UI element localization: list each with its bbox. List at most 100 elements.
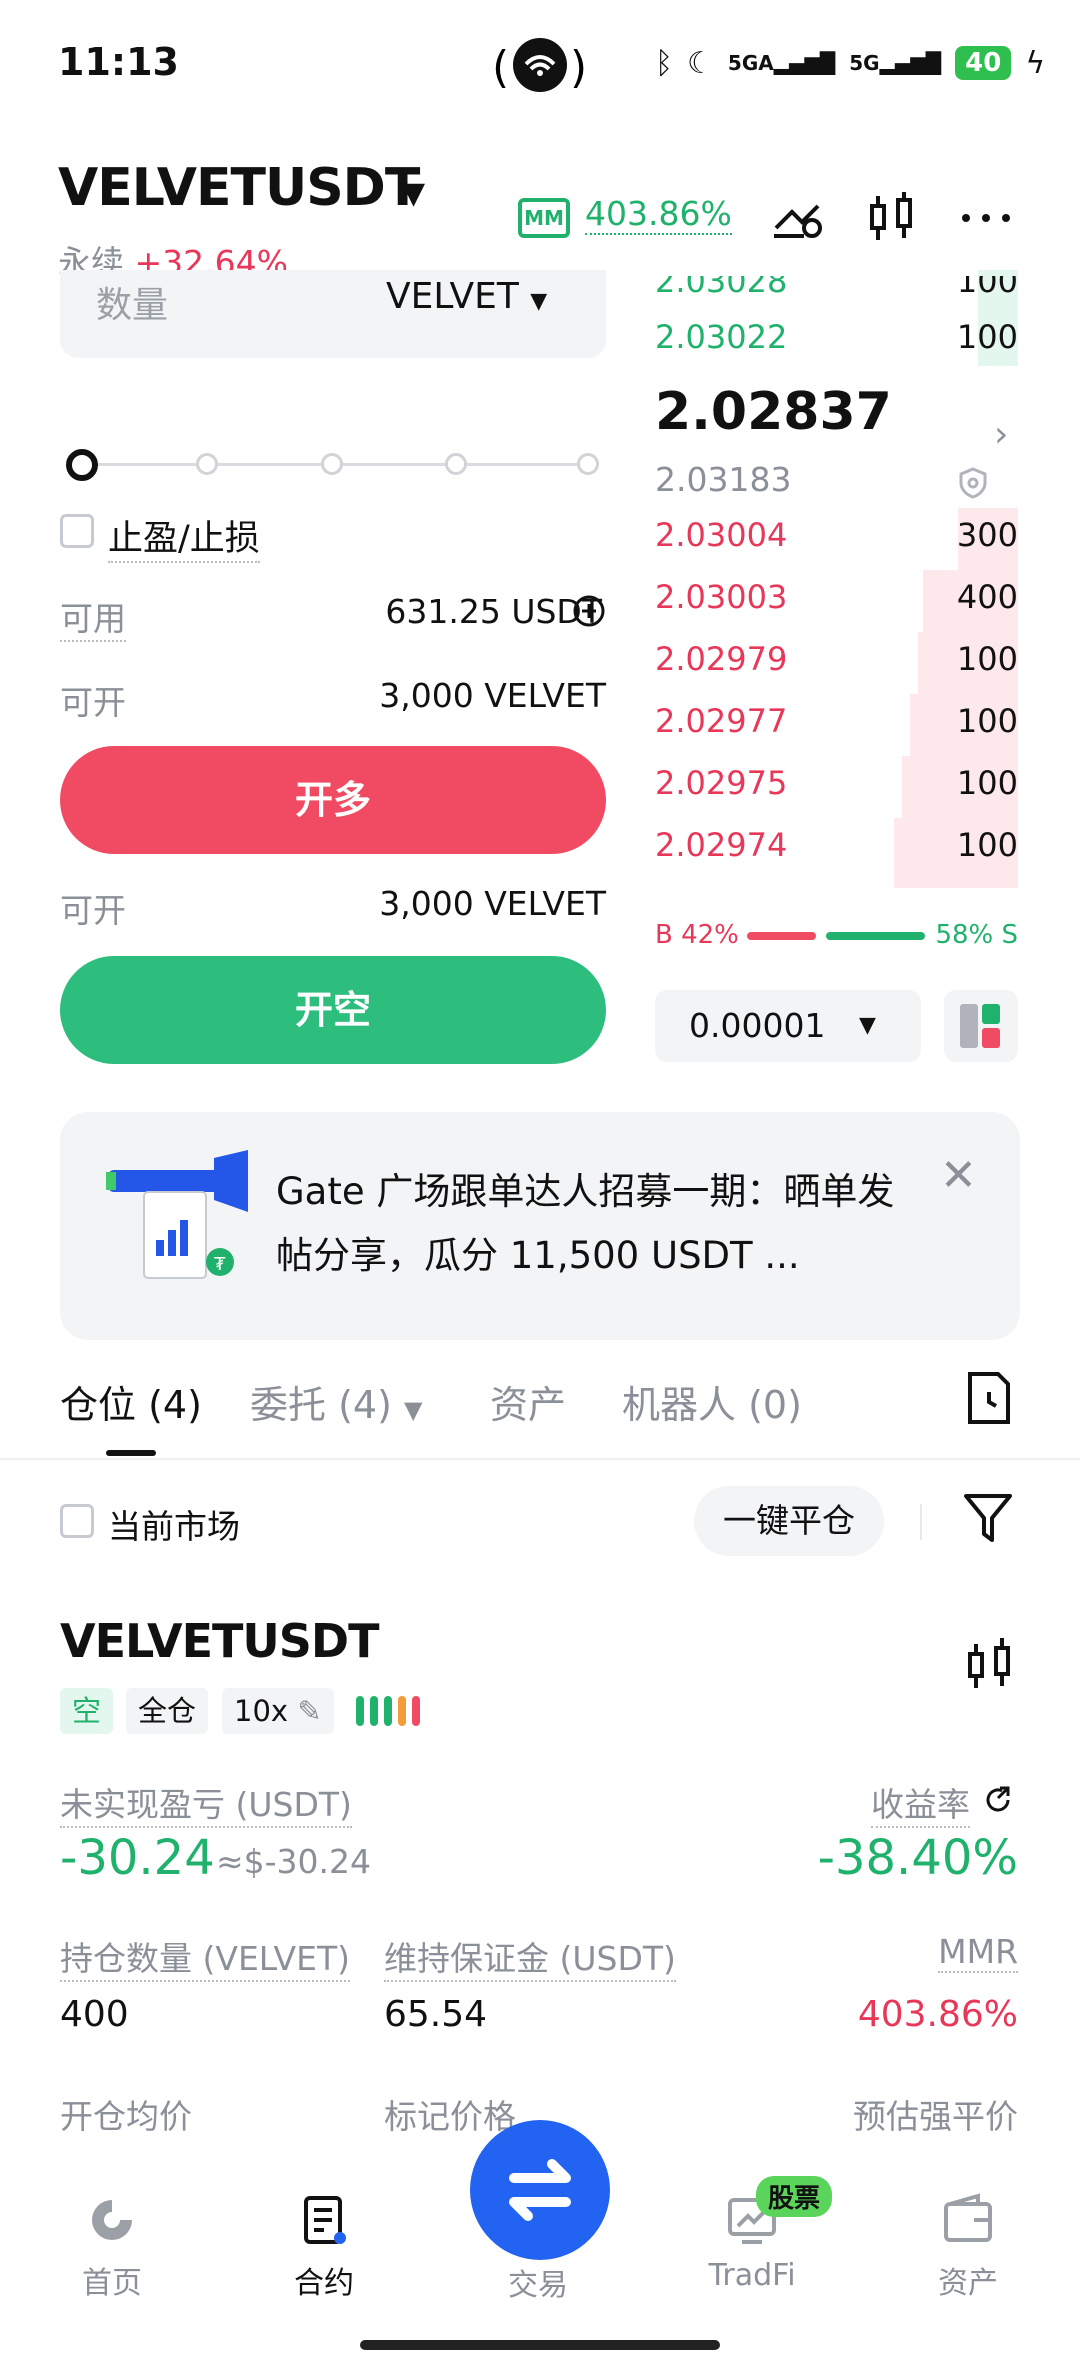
svg-text:): ): [570, 42, 587, 93]
tab-bots[interactable]: 机器人 (0): [622, 1374, 802, 1429]
side-tag: 空: [60, 1688, 114, 1734]
tab-assets[interactable]: 资产: [490, 1374, 566, 1429]
current-market-label[interactable]: 当前市场: [108, 1500, 240, 1548]
slider-step[interactable]: [196, 453, 218, 475]
pair-title[interactable]: VELVETUSDT: [58, 158, 420, 218]
nav-home[interactable]: 首页: [42, 2190, 182, 2302]
current-market-checkbox[interactable]: [60, 1504, 94, 1538]
chart-line-icon[interactable]: [770, 188, 830, 248]
nav-assets[interactable]: 资产: [898, 2190, 1038, 2302]
slider-knob[interactable]: [66, 449, 98, 481]
roi-label[interactable]: 收益率: [871, 1778, 970, 1828]
chevron-right-icon[interactable]: ›: [994, 414, 1008, 455]
position-size-value: 400: [60, 1994, 129, 2035]
slider-step[interactable]: [321, 453, 343, 475]
signal-icon: 5GA▂▄▆█: [727, 51, 836, 75]
charging-icon: ϟ: [1025, 45, 1046, 81]
add-funds-icon[interactable]: [572, 594, 606, 628]
maintenance-margin-value: 65.54: [384, 1994, 488, 2035]
orderbook-price[interactable]: 2.02974: [655, 826, 787, 864]
chevron-down-icon: ▼: [404, 1396, 423, 1424]
mmr-label[interactable]: MMR: [938, 1932, 1018, 1973]
openable-label-2: 可开: [60, 891, 126, 930]
quantity-unit-selector[interactable]: VELVET ▼: [386, 276, 547, 317]
risk-level-bar: [356, 1696, 364, 1726]
maintenance-margin-label[interactable]: 维持保证金 (USDT): [384, 1932, 676, 1982]
orderbook-qty: 400: [956, 578, 1018, 616]
close-icon[interactable]: ✕: [940, 1150, 977, 1201]
orderbook-qty: 100: [956, 702, 1018, 740]
megaphone-icon: ₮: [104, 1150, 254, 1290]
bluetooth-icon: ᛒ: [655, 45, 673, 81]
banner-text: Gate 广场跟单达人招募一期：晒单发帖分享，瓜分 11,500 USDT ..…: [276, 1170, 895, 1277]
orderbook-price[interactable]: 2.03028: [655, 276, 787, 300]
tpsl-checkbox[interactable]: [60, 514, 94, 548]
orderbook-price[interactable]: 2.02977: [655, 702, 787, 740]
orderbook-price[interactable]: 2.03003: [655, 578, 787, 616]
position-size-label[interactable]: 持仓数量 (VELVET): [60, 1932, 351, 1982]
orderbook-price[interactable]: 2.03004: [655, 516, 787, 554]
svg-text:(: (: [492, 42, 509, 93]
tpsl-label[interactable]: 止盈/止损: [108, 510, 260, 563]
home-indicator[interactable]: [360, 2340, 720, 2350]
camera-island-icon: ( ): [490, 32, 590, 98]
last-price[interactable]: 2.02837: [655, 382, 892, 442]
mm-value[interactable]: 403.86%: [585, 194, 732, 235]
divider: [920, 1504, 922, 1540]
unrealized-pnl-usd: ≈$-30.24: [216, 1842, 372, 1881]
unrealized-pnl-label[interactable]: 未实现盈亏 (USDT): [60, 1778, 352, 1828]
orderbook-price[interactable]: 2.02979: [655, 640, 787, 678]
orderbook-qty: 300: [956, 516, 1018, 554]
openable-label: 可开: [60, 683, 126, 722]
more-icon[interactable]: [956, 188, 1016, 248]
buy-ratio-bar: [747, 932, 816, 940]
sell-ratio-bar: [826, 932, 925, 940]
close-all-button[interactable]: 一键平仓: [694, 1486, 884, 1556]
nav-futures[interactable]: 合约: [254, 2190, 394, 2302]
available-label: 可用: [60, 592, 126, 642]
shield-icon: [956, 466, 990, 500]
orderbook-price[interactable]: 2.03022: [655, 318, 787, 356]
candlestick-icon[interactable]: [962, 1634, 1018, 1694]
nav-trade-label[interactable]: 交易: [468, 2260, 608, 2304]
sell-ratio-label: 58% S: [935, 920, 1018, 950]
candlestick-icon[interactable]: [862, 188, 922, 248]
orderbook-layout-icon[interactable]: [944, 990, 1018, 1062]
futures-icon: [294, 2190, 354, 2250]
trade-button[interactable]: [470, 2120, 610, 2260]
orderbook-price[interactable]: 2.02975: [655, 764, 787, 802]
available-value: 631.25 USDT: [385, 592, 602, 631]
swap-icon: [509, 2159, 571, 2221]
buy-sell-ratio: B 42% 58% S: [655, 920, 1018, 950]
history-icon[interactable]: [964, 1370, 1014, 1426]
precision-selector[interactable]: 0.00001 ▼: [655, 990, 921, 1062]
risk-level-bar: [398, 1696, 406, 1726]
active-tab-indicator: [106, 1450, 156, 1456]
orderbook-qty: 100: [956, 826, 1018, 864]
tab-positions[interactable]: 仓位 (4): [60, 1374, 202, 1429]
slider-step[interactable]: [445, 453, 467, 475]
share-icon[interactable]: [982, 1784, 1014, 1816]
svg-text:₮: ₮: [214, 1254, 226, 1275]
divider: [0, 1458, 1080, 1460]
orderbook-qty: 100: [956, 640, 1018, 678]
pair-dropdown-icon[interactable]: ▼: [402, 176, 425, 211]
signal-icon-2: 5G▂▄▆█: [849, 51, 942, 75]
moon-icon: ☾: [687, 45, 714, 81]
risk-level-bar: [370, 1696, 378, 1726]
open-long-button[interactable]: 开多: [60, 746, 606, 854]
margin-mode-tag: 全仓: [126, 1688, 209, 1734]
home-icon: [82, 2190, 142, 2250]
liquidation-price-label: 预估强平价: [853, 2097, 1018, 2136]
open-short-button[interactable]: 开空: [60, 956, 606, 1064]
tab-orders[interactable]: 委托 (4) ▼: [250, 1374, 422, 1429]
unrealized-pnl-value: -30.24: [60, 1830, 215, 1886]
risk-level-bar: [412, 1696, 420, 1726]
filter-icon[interactable]: [962, 1490, 1014, 1546]
leverage-tag[interactable]: 10x ✎: [222, 1688, 334, 1734]
slider-step[interactable]: [577, 453, 599, 475]
mark-price: 2.03183: [655, 460, 792, 499]
wallet-icon: [938, 2190, 998, 2250]
risk-level-bar: [384, 1696, 392, 1726]
position-symbol[interactable]: VELVETUSDT: [60, 1614, 379, 1668]
